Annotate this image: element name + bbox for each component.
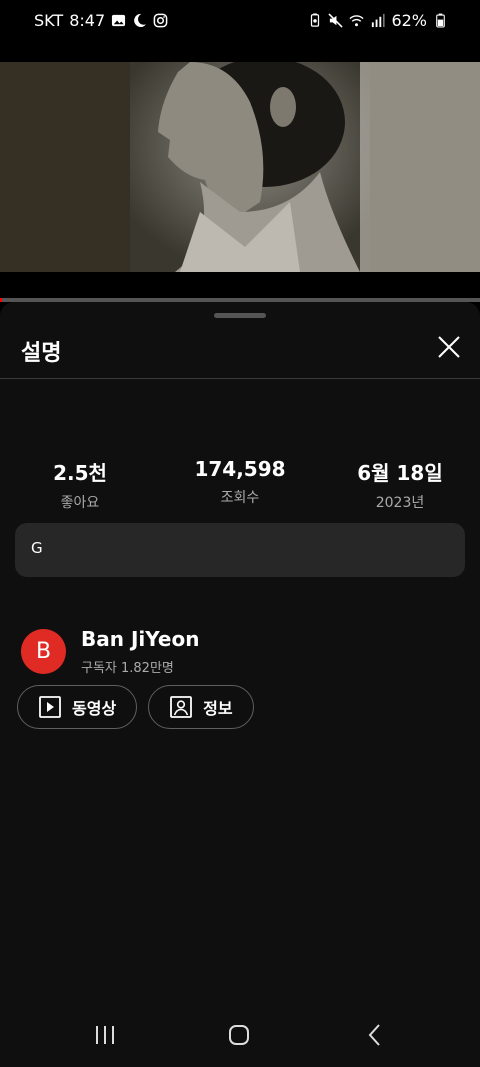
likes-label: 좋아요 [60,495,100,511]
views-stat: 174,598 조회수 [160,457,320,512]
moon-icon [132,13,147,28]
close-icon[interactable] [436,334,462,360]
about-button[interactable]: 정보 [148,685,254,729]
battery-saver-icon [307,13,322,28]
drag-handle[interactable] [214,313,266,318]
system-nav-bar [0,1002,480,1067]
video-player[interactable] [0,62,480,272]
back-icon[interactable] [362,1022,388,1048]
date-stat: 6월 18일 2023년 [320,457,480,512]
person-box-icon [170,696,193,718]
videos-button-label: 동영상 [72,699,117,718]
likes-value: 2.5천 [53,461,107,485]
subscriber-count: 구독자 1.82만명 [81,661,174,676]
video-stats: 2.5천 좋아요 174,598 조회수 6월 18일 2023년 [0,457,480,512]
battery-percent: 62% [391,10,427,30]
status-bar-left: SKT 8:47 [34,11,168,30]
about-button-label: 정보 [203,699,233,718]
instagram-icon [153,13,168,28]
play-box-icon [39,696,61,718]
description-sheet: 설명 2.5천 좋아요 174,598 조회수 6월 18일 2023년 G B… [0,302,480,1002]
views-label: 조회수 [220,490,260,506]
views-value: 174,598 [194,457,286,481]
recents-icon[interactable] [92,1022,118,1048]
status-bar-right: 62% [307,11,448,30]
signal-icon [370,13,385,28]
video-frame-image [0,62,480,272]
avatar[interactable]: B [21,629,66,674]
channel-chips: 동영상 정보 [17,685,254,729]
wifi-icon [349,13,364,28]
gallery-icon [111,13,126,28]
battery-icon [433,13,448,28]
time-label: 8:47 [69,10,106,30]
sheet-divider [0,378,480,379]
status-bar: SKT 8:47 62% [0,0,480,40]
date-value: 6월 18일 [357,461,443,485]
video-progress-fill [0,298,3,302]
description-text-box[interactable]: G [15,523,465,577]
channel-info[interactable]: B Ban JiYeon 구독자 1.82만명 [21,627,199,676]
videos-button[interactable]: 동영상 [17,685,138,729]
carrier-label: SKT [34,10,64,30]
sheet-title: 설명 [21,341,62,366]
year-label: 2023년 [375,495,425,511]
likes-stat: 2.5천 좋아요 [0,457,160,512]
channel-name[interactable]: Ban JiYeon [81,627,199,651]
mute-icon [328,12,344,28]
channel-text: Ban JiYeon 구독자 1.82만명 [81,627,199,676]
home-icon[interactable] [226,1022,252,1048]
